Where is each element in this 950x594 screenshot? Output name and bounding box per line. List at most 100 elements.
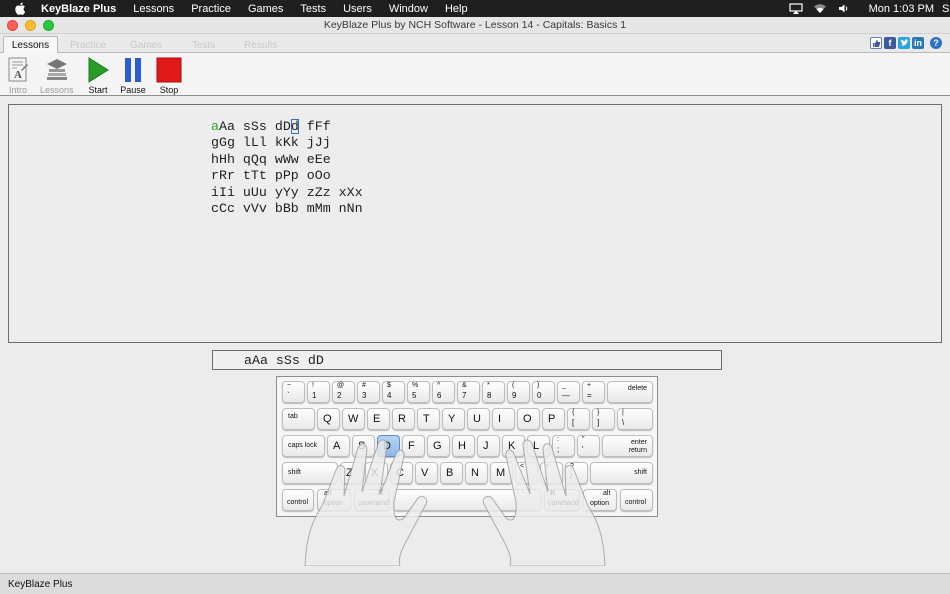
key-l: L bbox=[527, 435, 550, 457]
typed-text: a bbox=[211, 119, 219, 134]
key-space bbox=[393, 489, 541, 511]
key-j: J bbox=[477, 435, 500, 457]
key-b: B bbox=[440, 462, 463, 484]
intro-button[interactable]: A Intro bbox=[5, 57, 31, 95]
svg-text:A: A bbox=[14, 69, 22, 81]
main-tab-bar: Lessons Practice Games Tests Results f i… bbox=[0, 34, 950, 54]
lesson-line: gGg lLl kKk jJj bbox=[211, 135, 331, 151]
tab-tests[interactable]: Tests bbox=[192, 36, 215, 54]
key-6: ^ 6 bbox=[432, 381, 455, 403]
key-equals: + = bbox=[582, 381, 605, 403]
typing-input[interactable]: aAa sSs dD bbox=[212, 350, 722, 370]
key-minus: _ — bbox=[557, 381, 580, 403]
lesson-line-segment: Aa sSs dD bbox=[218, 119, 291, 134]
lesson-text: aAa sSs dDd fFf gGg lLl kKk jJj hHh qQq … bbox=[211, 119, 363, 217]
key-period: >. bbox=[540, 462, 563, 484]
key-tab: tab bbox=[282, 408, 315, 430]
tab-results[interactable]: Results bbox=[244, 36, 277, 54]
menu-window[interactable]: Window bbox=[389, 3, 428, 15]
key-4: $4 bbox=[382, 381, 405, 403]
pause-button[interactable]: Pause bbox=[120, 57, 146, 95]
on-screen-keyboard: ~ ` ! 1 @2 #3 $4 % 5 ^ 6 & 7 * 8 (9 ) 0 _ — + = d… bbox=[276, 376, 658, 517]
intro-label: Intro bbox=[8, 85, 27, 95]
lessons-label: Lessons bbox=[40, 85, 74, 95]
tab-lessons[interactable]: Lessons bbox=[3, 36, 58, 54]
key-right-shift: shift bbox=[590, 462, 653, 484]
key-right-option: alt option bbox=[583, 489, 617, 511]
pause-icon bbox=[120, 57, 146, 83]
stop-button[interactable]: Stop bbox=[156, 57, 182, 95]
key-left-command: ⌘ command bbox=[354, 489, 390, 511]
key-g: G bbox=[427, 435, 450, 457]
key-comma: <, bbox=[515, 462, 538, 484]
key-caps-lock: caps lock bbox=[282, 435, 325, 457]
key-k: K bbox=[502, 435, 525, 457]
tab-games[interactable]: Games bbox=[130, 36, 162, 54]
key-p: P bbox=[542, 408, 565, 430]
key-y: Y bbox=[442, 408, 465, 430]
key-z: Z bbox=[340, 462, 363, 484]
menu-clock[interactable]: Mon 1:03 PM bbox=[869, 3, 934, 15]
key-semicolon: :; bbox=[552, 435, 575, 457]
key-w: W bbox=[342, 408, 365, 430]
key-u: U bbox=[467, 408, 490, 430]
key-f: F bbox=[402, 435, 425, 457]
key-left-option: alt option bbox=[317, 489, 351, 511]
key-right-control: control bbox=[620, 489, 653, 511]
key-t: T bbox=[417, 408, 440, 430]
tab-practice[interactable]: Practice bbox=[70, 36, 106, 54]
key-m: M bbox=[490, 462, 513, 484]
menu-games[interactable]: Games bbox=[248, 3, 283, 15]
linkedin-icon[interactable]: in bbox=[912, 37, 924, 49]
lesson-line: aAa sSs dDd fFf bbox=[211, 119, 363, 135]
key-quote: " ' bbox=[577, 435, 600, 457]
lesson-text-panel bbox=[8, 104, 942, 343]
key-n: N bbox=[465, 462, 488, 484]
menu-users[interactable]: Users bbox=[343, 3, 372, 15]
airplay-icon[interactable] bbox=[788, 2, 803, 15]
menu-tests[interactable]: Tests bbox=[300, 3, 326, 15]
volume-icon[interactable] bbox=[837, 3, 851, 15]
window-zoom-button[interactable] bbox=[43, 20, 54, 31]
menu-practice[interactable]: Practice bbox=[191, 3, 231, 15]
app-window: KeyBlaze Plus Lessons Practice Games Tes… bbox=[0, 0, 950, 594]
window-close-button[interactable] bbox=[7, 20, 18, 31]
thumbs-up-icon[interactable] bbox=[870, 37, 882, 49]
menu-lessons[interactable]: Lessons bbox=[133, 3, 174, 15]
key-d-highlighted: D bbox=[377, 435, 400, 457]
start-button[interactable]: Start bbox=[85, 57, 111, 95]
lesson-line: iIi uUu yYy zZz xXx bbox=[211, 184, 363, 200]
lessons-icon bbox=[44, 57, 70, 83]
menu-app-name[interactable]: KeyBlaze Plus bbox=[41, 3, 116, 15]
social-links: f in ? bbox=[870, 37, 942, 49]
key-1: ! 1 bbox=[307, 381, 330, 403]
twitter-icon[interactable] bbox=[898, 37, 910, 49]
key-right-bracket: }] bbox=[592, 408, 615, 430]
key-r: R bbox=[392, 408, 415, 430]
key-backslash: | \ bbox=[617, 408, 653, 430]
key-right-command: ⌘ command bbox=[544, 489, 580, 511]
key-q: Q bbox=[317, 408, 340, 430]
wifi-icon[interactable] bbox=[813, 3, 827, 15]
menu-extra[interactable]: S bbox=[942, 3, 950, 15]
key-3: #3 bbox=[357, 381, 380, 403]
facebook-icon[interactable]: f bbox=[884, 37, 896, 49]
key-s: S bbox=[352, 435, 375, 457]
key-2: @2 bbox=[332, 381, 355, 403]
key-7: & 7 bbox=[457, 381, 480, 403]
lessons-button[interactable]: Lessons bbox=[40, 57, 74, 95]
key-enter: enter return bbox=[602, 435, 653, 457]
menu-help[interactable]: Help bbox=[445, 3, 468, 15]
apple-icon[interactable] bbox=[13, 2, 27, 16]
start-label: Start bbox=[88, 85, 108, 95]
key-left-shift: shift bbox=[282, 462, 338, 484]
window-minimize-button[interactable] bbox=[25, 20, 36, 31]
key-a: A bbox=[327, 435, 350, 457]
help-icon[interactable]: ? bbox=[930, 37, 942, 49]
key-5: % 5 bbox=[407, 381, 430, 403]
key-o: O bbox=[517, 408, 540, 430]
key-h: H bbox=[452, 435, 475, 457]
lesson-line: hHh qQq wWw eEe bbox=[211, 151, 331, 167]
stop-label: Stop bbox=[159, 85, 179, 95]
key-backtick: ~ ` bbox=[282, 381, 305, 403]
